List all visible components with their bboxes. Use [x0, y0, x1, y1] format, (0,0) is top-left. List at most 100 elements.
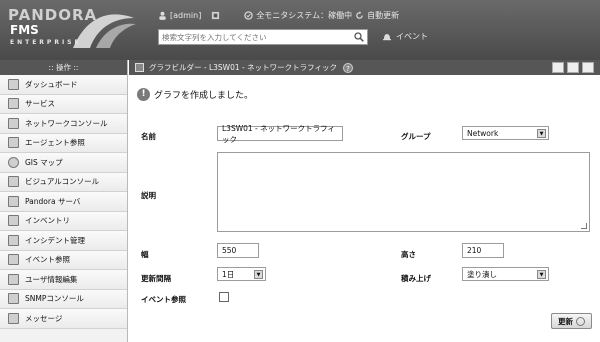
event-bell-icon — [383, 33, 391, 40]
height-field-value: 210 — [467, 246, 482, 255]
name-label: 名前 — [141, 132, 156, 141]
search-box — [158, 29, 368, 45]
description-label: 説明 — [141, 191, 156, 200]
logo-swirl-icon — [73, 14, 136, 48]
graph-settings-icon[interactable] — [582, 62, 594, 73]
help-icon[interactable]: ? — [342, 62, 353, 73]
search-input[interactable] — [159, 30, 349, 44]
width-label: 幅 — [141, 250, 149, 259]
description-textarea[interactable] — [217, 152, 590, 232]
resize-grip-icon[interactable] — [581, 223, 587, 229]
name-field-value: L3SW01 - ネットワークトラフィック — [222, 123, 335, 144]
group-label: グループ — [401, 132, 431, 141]
server-icon — [8, 195, 19, 207]
period-select-value: 1日 — [222, 269, 235, 279]
sidebar-item-inventory[interactable]: インベントリ — [0, 211, 127, 231]
services-icon — [8, 98, 19, 110]
user-name-link[interactable]: [admin] — [170, 11, 201, 20]
height-field[interactable]: 210 — [462, 243, 504, 258]
user-icon — [159, 11, 166, 20]
sidebar-item-dashboard[interactable]: ダッシュボード — [0, 75, 127, 95]
auto-refresh-icon[interactable] — [355, 10, 364, 20]
stacked-label: 積み上げ — [401, 274, 431, 283]
sidebar-item-label: ビジュアルコンソール — [25, 177, 100, 187]
graph-edit-icon[interactable] — [567, 62, 579, 73]
sidebar-item-pandora-server[interactable]: Pandora サーバ — [0, 192, 127, 212]
dashboard-icon — [8, 78, 19, 90]
system-status-icon — [244, 10, 253, 20]
sidebar-item-label: メッセージ — [25, 313, 63, 323]
sidebar-item-snmp-console[interactable]: SNMPコンソール — [0, 289, 127, 309]
sidebar-item-label: GIS マップ — [25, 157, 63, 167]
stacked-select[interactable]: 塗り潰し ▼ — [462, 267, 549, 281]
network-console-icon — [8, 117, 19, 129]
user-edit-icon — [8, 273, 19, 285]
sidebar-item-events[interactable]: イベント参照 — [0, 250, 127, 270]
page-title: グラフビルダー - L3SW01 - ネットワークトラフィック — [149, 63, 337, 72]
logout-icon[interactable] — [211, 11, 220, 20]
sidebar-item-label: インシデント管理 — [25, 235, 85, 245]
sidebar-item-services[interactable]: サービス — [0, 94, 127, 114]
width-field[interactable]: 550 — [217, 243, 259, 258]
refresh-icon — [576, 316, 585, 326]
chevron-down-icon: ▼ — [537, 270, 546, 279]
gis-map-icon — [8, 156, 19, 168]
events-checkbox[interactable] — [219, 292, 229, 302]
inventory-icon — [8, 215, 19, 227]
sidebar-item-messages[interactable]: メッセージ — [0, 309, 127, 329]
header-status-row: [admin] 全モニタシステム：稼働中 自動更新 — [158, 8, 399, 22]
height-label: 高さ — [401, 250, 416, 259]
header-bar: PANDORA FMS ENTERPRISE [admin] 全モニタシステム：… — [0, 0, 600, 60]
sidebar-item-network-console[interactable]: ネットワークコンソール — [0, 114, 127, 134]
sidebar-item-label: Pandora サーバ — [25, 196, 81, 206]
graph-builder-icon — [135, 63, 144, 72]
visual-console-icon — [8, 176, 19, 188]
main-content: グラフビルダー - L3SW01 - ネットワークトラフィック ? ! グラフを… — [129, 60, 600, 342]
group-select-value: Network — [467, 128, 499, 138]
sidebar-item-label: ユーザ情報編集 — [25, 274, 78, 284]
sidebar-item-label: サービス — [25, 99, 55, 109]
period-label: 更新間隔 — [141, 274, 171, 283]
events-label: イベント参照 — [141, 295, 186, 304]
event-icon — [8, 254, 19, 266]
header-event-link[interactable]: イベント — [382, 31, 428, 42]
sidebar-item-label: ダッシュボード — [25, 79, 78, 89]
sidebar-heading: :: 操作 :: — [0, 60, 127, 75]
success-message: ! グラフを作成しました。 — [137, 88, 253, 101]
sidebar: :: 操作 :: ダッシュボード サービス ネットワークコンソール エージェント… — [0, 60, 128, 342]
snmp-icon — [8, 293, 19, 305]
success-message-text: グラフを作成しました。 — [154, 91, 254, 101]
sidebar-item-visual-console[interactable]: ビジュアルコンソール — [0, 172, 127, 192]
width-field-value: 550 — [222, 246, 237, 255]
chevron-down-icon: ▼ — [537, 129, 546, 138]
auto-refresh-link[interactable]: 自動更新 — [367, 10, 399, 21]
agent-icon — [8, 137, 19, 149]
event-link-label: イベント — [396, 32, 428, 41]
system-status-text[interactable]: 全モニタシステム：稼働中 — [256, 10, 352, 21]
page-title-bar: グラフビルダー - L3SW01 - ネットワークトラフィック ? — [129, 60, 600, 75]
sidebar-item-gis-map[interactable]: GIS マップ — [0, 153, 127, 173]
sidebar-item-incidents[interactable]: インシデント管理 — [0, 231, 127, 251]
group-select[interactable]: Network ▼ — [462, 126, 549, 140]
sidebar-item-user-edit[interactable]: ユーザ情報編集 — [0, 270, 127, 290]
graph-view-icon[interactable] — [552, 62, 564, 73]
period-select[interactable]: 1日 ▼ — [217, 267, 266, 281]
sidebar-item-label: エージェント参照 — [25, 138, 85, 148]
logo-text-fms: FMS — [10, 23, 39, 37]
chevron-down-icon: ▼ — [254, 270, 263, 279]
message-icon — [8, 312, 19, 324]
search-icon[interactable] — [354, 32, 364, 42]
sidebar-item-label: SNMPコンソール — [25, 294, 84, 304]
name-field[interactable]: L3SW01 - ネットワークトラフィック — [217, 124, 343, 144]
update-button-label: 更新 — [558, 316, 573, 326]
pandora-fms-logo[interactable]: PANDORA FMS ENTERPRISE — [6, 6, 141, 52]
sidebar-item-label: インベントリ — [25, 216, 70, 226]
sidebar-item-agents[interactable]: エージェント参照 — [0, 133, 127, 153]
info-icon: ! — [137, 88, 150, 101]
title-tools — [549, 62, 594, 73]
stacked-select-value: 塗り潰し — [467, 269, 497, 279]
sidebar-item-label: ネットワークコンソール — [25, 118, 108, 128]
update-button[interactable]: 更新 — [551, 313, 592, 329]
incident-icon — [8, 234, 19, 246]
sidebar-item-label: イベント参照 — [25, 255, 70, 265]
